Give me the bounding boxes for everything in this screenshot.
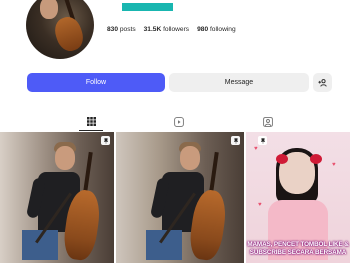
post-thumbnail[interactable] bbox=[116, 132, 244, 263]
head bbox=[55, 146, 75, 170]
head bbox=[180, 146, 200, 170]
reels-icon bbox=[174, 117, 184, 127]
cello-neck bbox=[83, 151, 93, 193]
username-highlight bbox=[122, 3, 173, 11]
pin-icon bbox=[231, 136, 240, 145]
profile-tabs bbox=[0, 113, 350, 131]
tab-posts-grid[interactable] bbox=[79, 113, 103, 131]
hair-bow bbox=[310, 154, 322, 164]
avatar-cello bbox=[51, 13, 87, 55]
tagged-icon bbox=[263, 117, 273, 127]
post-thumbnail[interactable]: ♥ ♥ ♥ MAMAS, PENCET TOMBOL LIKE & SUBSCR… bbox=[246, 132, 350, 263]
message-button[interactable]: Message bbox=[169, 73, 309, 92]
heart-icon: ♥ bbox=[258, 202, 262, 208]
grid-icon bbox=[86, 117, 96, 126]
posts-count: 830 bbox=[107, 26, 119, 33]
heart-icon: ♥ bbox=[332, 162, 336, 168]
post-overlay-text: SUBSCRIBE SECARA BERSAMA bbox=[249, 249, 347, 256]
tab-reels[interactable] bbox=[167, 113, 191, 131]
following-count: 980 bbox=[197, 26, 209, 33]
tab-tagged[interactable] bbox=[256, 113, 280, 131]
followers-count: 31.5K bbox=[143, 26, 162, 33]
post-thumbnail[interactable] bbox=[0, 132, 114, 263]
following-stat[interactable]: 980 following bbox=[197, 26, 236, 33]
heart-icon: ♥ bbox=[254, 146, 258, 152]
post-overlay-text: MAMAS, PENCET TOMBOL LIKE & bbox=[247, 241, 349, 248]
hair-bow bbox=[276, 154, 288, 164]
pin-icon bbox=[101, 136, 110, 145]
posts-stat[interactable]: 830 posts bbox=[107, 26, 136, 33]
profile-avatar[interactable] bbox=[26, 0, 94, 59]
followers-stat[interactable]: 31.5K followers bbox=[144, 26, 189, 33]
cello-neck bbox=[209, 151, 219, 193]
profile-stats: 830 posts 31.5K followers 980 following bbox=[107, 26, 236, 33]
follow-button[interactable]: Follow bbox=[27, 73, 165, 92]
pin-icon bbox=[258, 136, 267, 145]
add-user-icon bbox=[318, 78, 327, 87]
posts-grid: ♥ ♥ ♥ MAMAS, PENCET TOMBOL LIKE & SUBSCR… bbox=[0, 132, 350, 263]
posts-label: posts bbox=[119, 26, 136, 33]
add-user-button[interactable] bbox=[313, 73, 332, 92]
followers-label: followers bbox=[163, 26, 190, 33]
avatar-face bbox=[40, 0, 58, 19]
following-label: following bbox=[209, 26, 236, 33]
